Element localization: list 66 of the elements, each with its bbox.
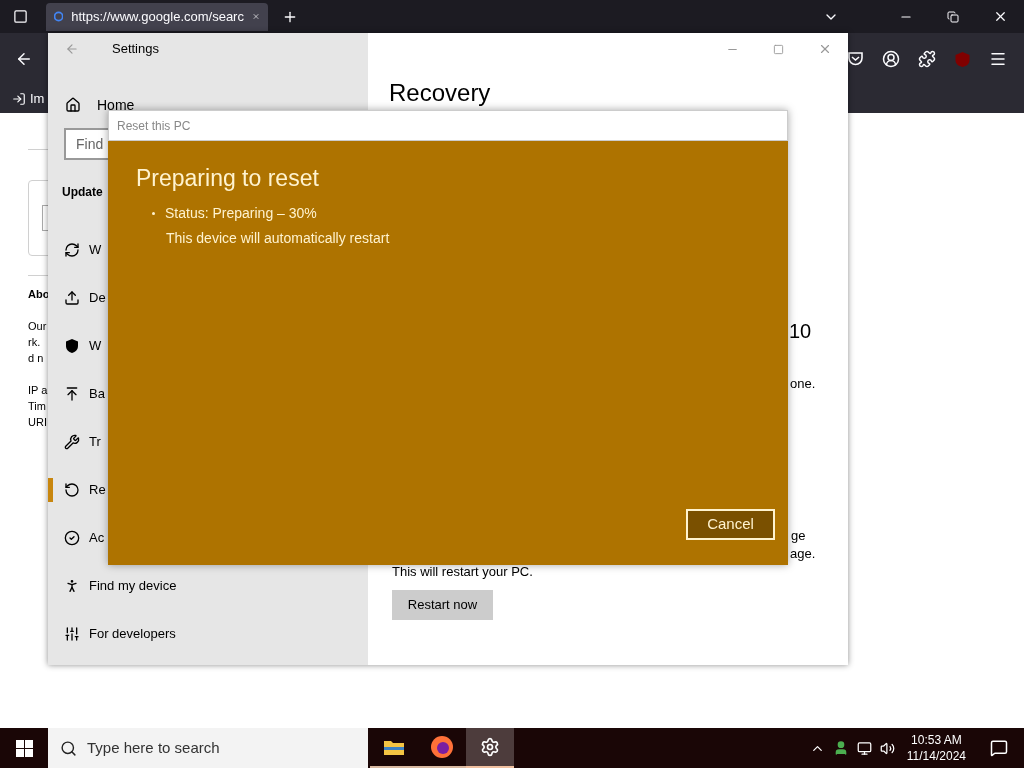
notifications-icon[interactable] <box>990 739 1008 757</box>
folder-icon <box>383 738 405 756</box>
restart-notice: This device will automatically restart <box>166 229 391 248</box>
home-icon <box>65 97 81 113</box>
person-icon <box>64 578 80 594</box>
menu-icon[interactable] <box>989 50 1007 68</box>
page-title: Recovery <box>389 79 491 107</box>
sidebar-item[interactable]: Tr <box>64 432 101 452</box>
page-text: URI <box>28 415 47 430</box>
upload-line-icon <box>64 386 80 402</box>
browser-logo-icon <box>430 735 454 759</box>
back-icon[interactable] <box>15 50 33 68</box>
dialog-title: Reset this PC <box>117 117 191 135</box>
gear-icon <box>480 737 500 757</box>
page-text: IP a <box>28 383 48 398</box>
upload-tray-icon <box>64 290 80 306</box>
search-icon <box>60 739 77 757</box>
sidebar-section-heading: Update <box>62 184 103 201</box>
cancel-button[interactable]: Cancel <box>686 509 775 540</box>
restart-now-button[interactable]: Restart now <box>392 590 493 620</box>
extensions-icon[interactable] <box>918 50 936 68</box>
sidebar-item[interactable]: W <box>64 336 102 356</box>
shield-icon <box>64 338 80 354</box>
bullet <box>152 211 155 215</box>
taskbar-search-field[interactable]: Type here to search <box>48 728 368 768</box>
network-icon[interactable] <box>856 740 872 756</box>
bookmark-item[interactable]: Im <box>30 89 45 109</box>
site-logo-icon <box>54 9 64 24</box>
status-text: Status: Preparing – 30% <box>165 204 317 223</box>
tab-list-icon[interactable] <box>12 9 28 24</box>
body-text: one. <box>790 376 816 392</box>
taskbar-app[interactable] <box>466 728 514 768</box>
restore-icon <box>64 482 80 498</box>
pocket-icon[interactable] <box>847 51 864 67</box>
check-circle-icon <box>64 530 80 546</box>
import-icon <box>12 92 26 106</box>
sidebar-item[interactable]: Home <box>48 93 368 117</box>
section-title: 10 <box>789 319 812 343</box>
body-text: This will restart your PC. <box>392 563 533 581</box>
refresh-icon <box>64 242 80 258</box>
dialog-heading: Preparing to reset <box>136 164 320 193</box>
sidebar-item[interactable]: Ac <box>64 528 105 548</box>
volume-icon[interactable] <box>879 740 895 756</box>
sidebar-item[interactable]: Re <box>64 480 106 500</box>
sidebar-item[interactable]: De <box>64 288 106 308</box>
restore-icon[interactable] <box>947 10 959 23</box>
windows-logo-icon[interactable] <box>15 739 33 757</box>
page-text: rk. <box>28 335 41 350</box>
tab-title: https://www.google.com/searc <box>71 7 244 26</box>
body-text: age. <box>790 545 816 563</box>
wrench-icon <box>64 434 80 450</box>
sliders-icon <box>64 626 80 642</box>
clock-time[interactable]: 10:53 AM <box>911 732 962 748</box>
page-text: Tim <box>28 399 46 414</box>
sidebar-item[interactable]: Find my device <box>64 576 177 596</box>
body-text: ge <box>791 527 806 545</box>
clock-date[interactable]: 11/14/2024 <box>906 748 966 764</box>
sidebar-item[interactable]: Ba <box>64 384 105 404</box>
sidebar-item[interactable]: W <box>64 240 102 260</box>
browser-tab[interactable]: https://www.google.com/searc <box>46 2 268 31</box>
account-icon[interactable] <box>882 50 900 68</box>
window-title: Settings <box>112 40 159 59</box>
page-text: Our <box>28 319 47 334</box>
page-text: d n <box>28 351 44 366</box>
sidebar-item[interactable]: For developers <box>64 624 176 644</box>
close-icon[interactable] <box>993 9 1008 24</box>
